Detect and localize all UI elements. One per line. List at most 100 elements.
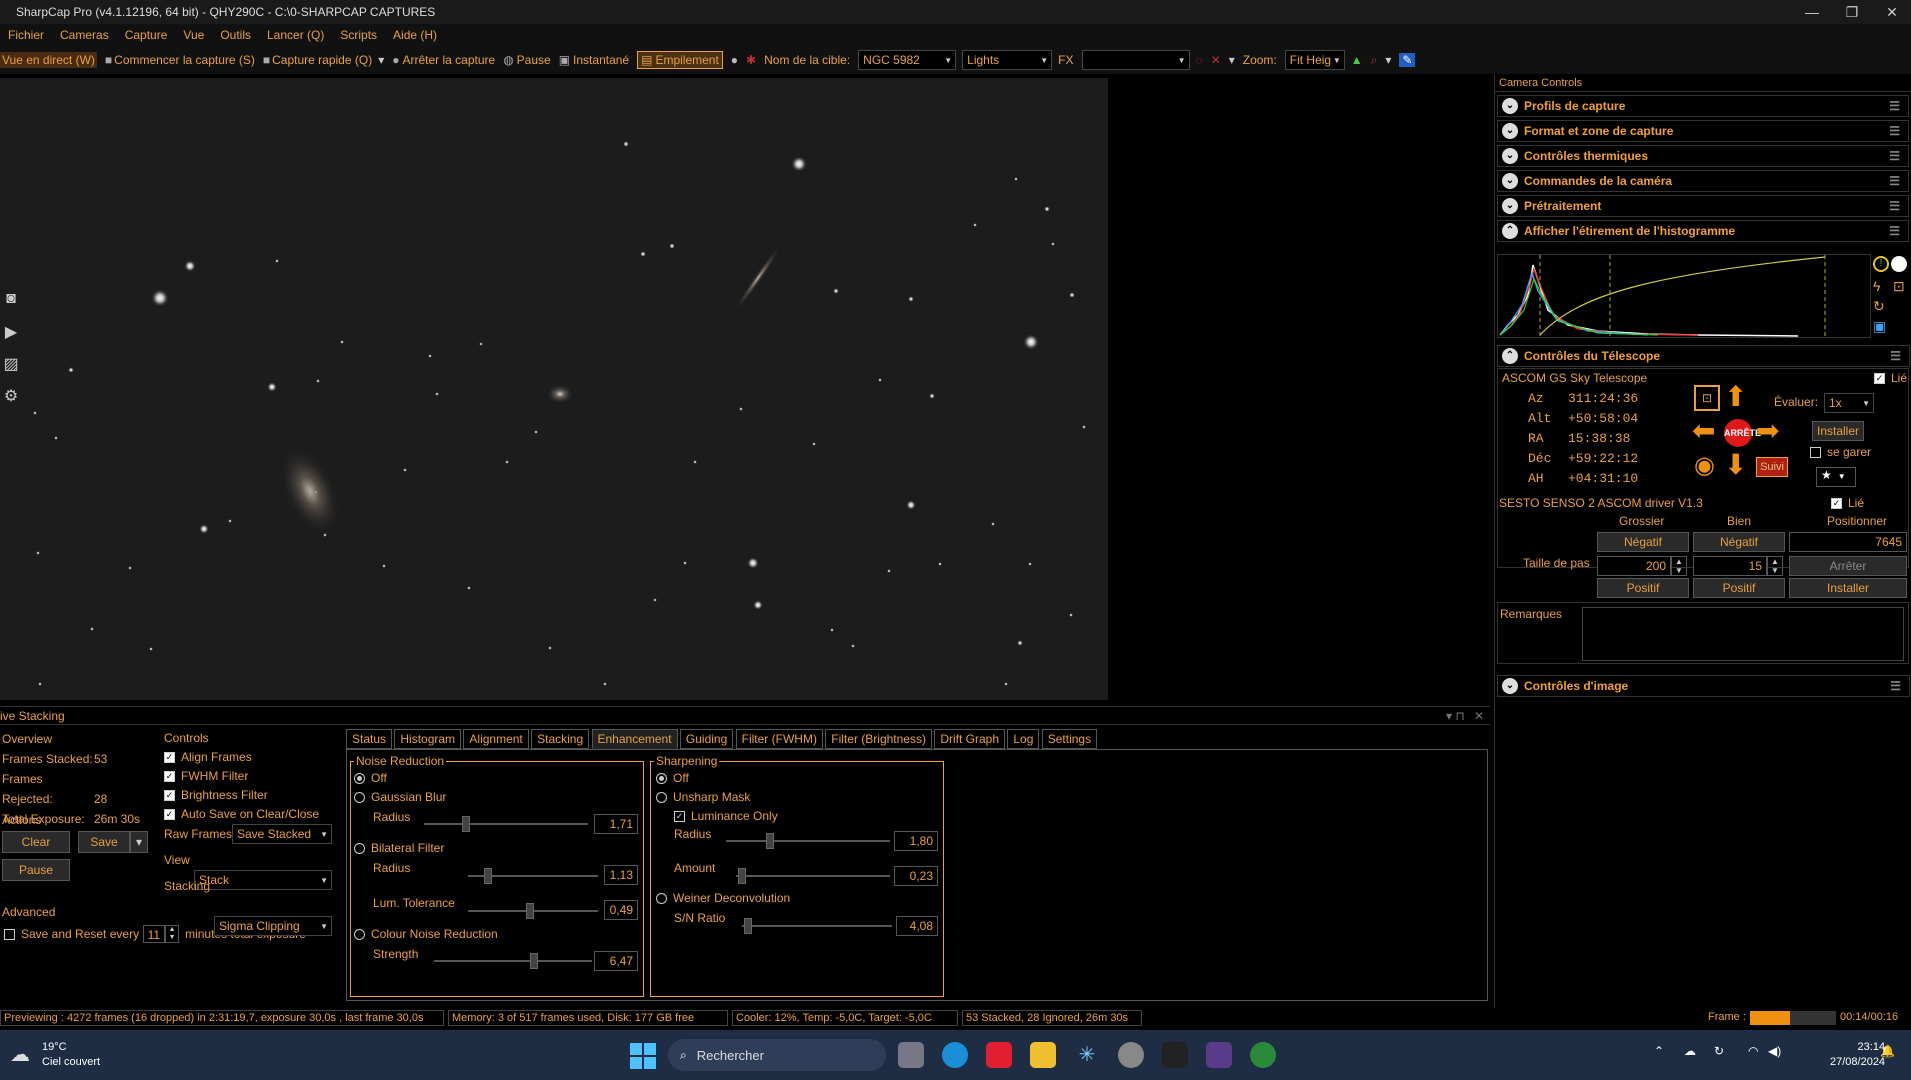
bilateral-radius-input[interactable]: 1,13 — [604, 865, 638, 885]
magnifier-icon[interactable]: ⌕ — [1371, 53, 1378, 68]
task-view-icon[interactable] — [898, 1042, 924, 1068]
fine-step-spinner[interactable]: ▲ ▼ — [1767, 556, 1783, 576]
circle-icon[interactable]: ● — [731, 53, 738, 67]
amount-slider[interactable] — [736, 868, 890, 884]
section-capture-profiles[interactable]: ⌄ Profils de capture ☰ — [1497, 95, 1909, 117]
refresh-icon[interactable]: ↻ — [1714, 1044, 1724, 1058]
strength-input[interactable]: 6,47 — [594, 951, 638, 971]
chevron-down-icon[interactable]: ▾ — [1385, 53, 1391, 67]
raw-frames-combo[interactable]: Save Stacked ▼ — [232, 824, 332, 844]
menu-icon[interactable]: ☰ — [1889, 174, 1900, 188]
quick-capture-button[interactable]: ■ Capture rapide (Q) ▾ — [263, 53, 384, 67]
tab-log[interactable]: Log — [1007, 729, 1040, 749]
speaker-icon[interactable]: ◀) — [1768, 1044, 1781, 1058]
section-camera-commands[interactable]: ⌄ Commandes de la caméra ☰ — [1497, 170, 1909, 192]
colour-noise-radio[interactable]: Colour Noise Reduction — [354, 927, 498, 941]
lightning-icon[interactable]: ϟ — [1873, 278, 1880, 294]
astro-app-icon[interactable] — [1162, 1042, 1188, 1068]
notification-icon[interactable]: 🔔 — [1880, 1044, 1895, 1058]
minutes-spinner[interactable]: ▲ ▼ — [165, 925, 180, 943]
stellarium-icon[interactable] — [1206, 1042, 1232, 1068]
menu-icon[interactable]: ☰ — [1889, 149, 1900, 163]
stop-button[interactable]: ARRÊTE — [1724, 419, 1761, 447]
fwhm-filter-checkbox[interactable]: ✓ FWHM Filter — [164, 767, 319, 786]
lum-tolerance-input[interactable]: 0,49 — [604, 900, 638, 920]
clock[interactable]: 23:14 27/08/2024 — [1830, 1040, 1885, 1070]
weather-widget[interactable]: 19°C Ciel couvert — [42, 1040, 100, 1070]
menu-icon[interactable]: ☰ — [1890, 349, 1901, 363]
menu-icon[interactable]: ☰ — [1890, 679, 1901, 693]
crosshair-icon[interactable]: ✕ — [1211, 53, 1221, 67]
zoom-combo[interactable]: Fit Heig ▼ — [1284, 50, 1345, 70]
close-icon[interactable]: ✕ — [1474, 709, 1484, 723]
chevron-down-icon[interactable]: ▾ — [1229, 53, 1235, 67]
stop-capture-button[interactable]: ● Arrêter la capture — [392, 53, 495, 67]
auto-stretch-icon[interactable]: ! — [1873, 256, 1889, 272]
chevron-down-icon[interactable]: ▾ — [130, 831, 148, 853]
pause-button[interactable]: ◍ Pause — [503, 53, 551, 67]
tab-enhancement[interactable]: Enhancement — [591, 729, 678, 749]
fine-step-input[interactable]: 15 — [1693, 556, 1767, 576]
slider-thumb[interactable] — [530, 953, 538, 969]
gaussian-radius-slider[interactable] — [424, 816, 588, 832]
gaussian-radius-input[interactable]: 1,71 — [594, 814, 638, 834]
luminance-only-checkbox[interactable]: ✓ Luminance Only — [674, 809, 778, 823]
fine-negative-button[interactable]: Négatif — [1693, 532, 1785, 552]
edge-icon[interactable] — [942, 1042, 968, 1068]
section-preprocessing[interactable]: ⌄ Prétraitement ☰ — [1497, 195, 1909, 217]
slider-thumb[interactable] — [738, 868, 746, 884]
sharpcap-icon[interactable] — [1118, 1042, 1144, 1068]
amount-input[interactable]: 0,23 — [894, 866, 938, 886]
telescope-linked[interactable]: ✓ Lié — [1874, 371, 1907, 385]
focuser-stop-button[interactable]: Arrêter — [1789, 556, 1907, 576]
reticle-icon[interactable]: ◌ — [1196, 53, 1203, 67]
unsharp-radio[interactable]: Unsharp Mask — [656, 790, 750, 804]
coarse-negative-button[interactable]: Négatif — [1597, 532, 1689, 552]
coarse-step-spinner[interactable]: ▲ ▼ — [1671, 556, 1687, 576]
weather-icon[interactable]: ☁ — [10, 1042, 30, 1067]
image-viewer[interactable] — [0, 78, 1108, 700]
sharpen-radius-slider[interactable] — [726, 833, 890, 849]
arrow-up-icon[interactable]: ⬆ — [1724, 383, 1747, 411]
video-icon[interactable]: ▶ — [0, 322, 22, 350]
menu-icon[interactable]: ☰ — [1889, 124, 1900, 138]
tab-stacking[interactable]: Stacking — [531, 729, 590, 749]
menu-scripts[interactable]: Scripts — [332, 28, 385, 42]
target-name-combo[interactable]: NGC 5982 ▼ — [858, 50, 957, 70]
track-button[interactable]: Suivi — [1756, 457, 1788, 477]
menu-view[interactable]: Vue — [175, 28, 212, 42]
pause-stack-button[interactable]: Pause — [2, 859, 70, 881]
park-checkbox[interactable]: se garer — [1810, 445, 1871, 459]
camera-icon[interactable]: ◙ — [0, 290, 22, 318]
menu-icon[interactable]: ☰ — [1889, 199, 1900, 213]
focuser-linked[interactable]: ✓ Lié — [1831, 496, 1864, 510]
tab-drift-graph[interactable]: Drift Graph — [934, 729, 1005, 749]
gaussian-radio[interactable]: Gaussian Blur — [354, 790, 446, 804]
sn-ratio-input[interactable]: 4,08 — [896, 916, 938, 936]
chevron-up-icon[interactable]: ⌃ — [1654, 1044, 1664, 1058]
locate-icon[interactable]: ◉ — [1694, 451, 1715, 480]
rate-combo[interactable]: 1x ▼ — [1824, 393, 1874, 413]
fx-combo[interactable]: ▼ — [1081, 50, 1190, 70]
star-combo[interactable]: ★ ▼ — [1816, 467, 1856, 487]
section-histogram-stretch[interactable]: ⌃ Afficher l'étirement de l'histogramme ☰ — [1497, 220, 1909, 242]
file-explorer-icon[interactable] — [1030, 1042, 1056, 1068]
menu-help[interactable]: Aide (H) — [385, 28, 445, 42]
slider-thumb[interactable] — [484, 868, 492, 884]
wifi-icon[interactable]: ◠ — [1748, 1044, 1758, 1058]
tab-filter-brightness[interactable]: Filter (Brightness) — [825, 729, 932, 749]
slider-thumb[interactable] — [744, 918, 752, 934]
strength-slider[interactable] — [434, 953, 592, 969]
menu-cameras[interactable]: Cameras — [52, 28, 117, 42]
section-thermal[interactable]: ⌄ Contrôles thermiques ☰ — [1497, 145, 1909, 167]
position-input[interactable]: 7645 — [1789, 532, 1907, 552]
telescope-setup-button[interactable]: Installer — [1812, 421, 1864, 441]
minutes-input[interactable]: 11 — [143, 925, 166, 943]
restore-button[interactable]: ❐ — [1833, 0, 1871, 24]
reset-icon[interactable]: ↻ — [1873, 298, 1885, 315]
section-image-controls[interactable]: ⌄ Contrôles d'image ☰ — [1497, 675, 1910, 697]
focuser-setup-button[interactable]: Installer — [1789, 578, 1907, 598]
live-view-button[interactable]: Vue en direct (W) — [0, 52, 97, 68]
arrow-left-icon[interactable]: ⬅ — [1692, 417, 1715, 445]
fine-positive-button[interactable]: Positif — [1693, 578, 1785, 598]
